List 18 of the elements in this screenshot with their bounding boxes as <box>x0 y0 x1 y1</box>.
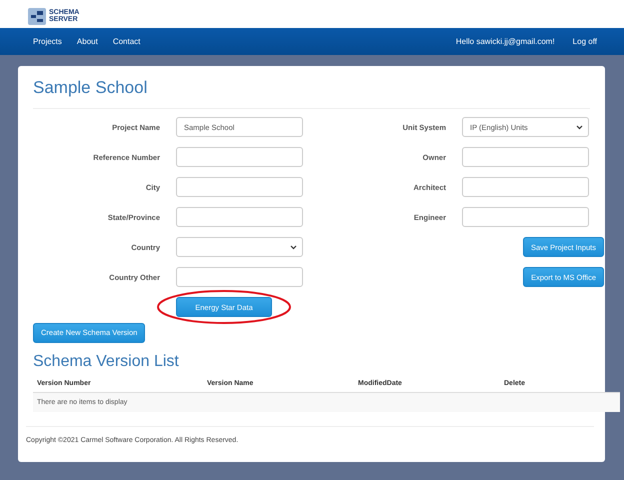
input-field[interactable] <box>462 207 589 227</box>
logoff-link[interactable]: Log off <box>572 37 597 46</box>
section-title: Schema Version List <box>33 352 180 370</box>
input-field[interactable] <box>462 177 589 197</box>
input-field[interactable] <box>462 147 589 167</box>
page-title: Sample School <box>33 78 590 109</box>
chevron-down-icon <box>576 124 583 130</box>
input-field[interactable] <box>176 177 303 197</box>
input-field[interactable] <box>176 267 303 287</box>
nav-link[interactable]: Contact <box>112 37 140 46</box>
greeting-text: Hello sawicki.jj@gmail.com! <box>456 37 555 46</box>
nav-link[interactable]: About <box>76 37 98 46</box>
nav-link[interactable]: Projects <box>33 37 62 46</box>
select-field[interactable] <box>176 237 303 257</box>
logo-icon <box>28 8 46 24</box>
input-field[interactable] <box>176 207 303 227</box>
input-field[interactable] <box>176 147 303 167</box>
chevron-down-icon <box>290 244 297 250</box>
